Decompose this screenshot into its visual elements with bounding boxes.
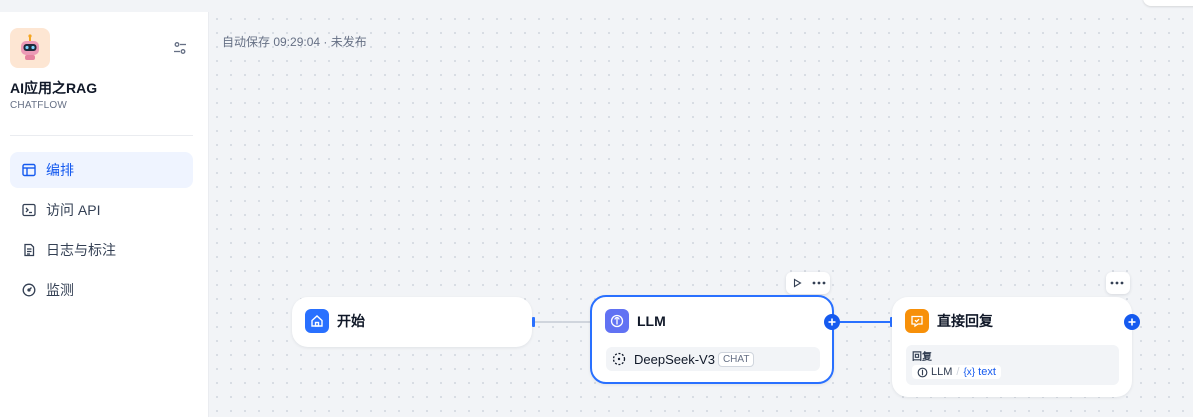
variable-icon: {x} [963, 366, 976, 378]
reply-content[interactable]: 回复 LLM / {x} text [906, 345, 1119, 385]
start-output-handle[interactable] [532, 317, 535, 327]
llm-icon [605, 309, 629, 333]
app-name: AI应用之RAG [10, 80, 98, 96]
llm-icon [917, 367, 928, 377]
start-node[interactable]: 开始 [292, 297, 532, 347]
app-robot-icon [10, 28, 50, 68]
divider [10, 135, 193, 136]
edge-llm-answer [840, 321, 892, 323]
variable-source: LLM [931, 366, 953, 378]
top-bar [0, 0, 1193, 12]
llm-add-next-button[interactable] [824, 314, 840, 330]
node-title: LLM [637, 313, 666, 329]
answer-icon [905, 309, 929, 333]
sliders-icon[interactable] [172, 40, 188, 56]
variable-separator: / [956, 366, 960, 378]
sidebar-item-label: 编排 [46, 162, 74, 178]
file-list-icon [24, 243, 35, 257]
layout-icon [22, 163, 36, 177]
top-right-button[interactable] [1143, 0, 1193, 6]
llm-node-toolbar [786, 272, 830, 294]
gauge-icon [22, 283, 36, 297]
node-title: 开始 [337, 313, 365, 329]
more-icon[interactable] [808, 272, 830, 294]
deepseek-icon [612, 352, 626, 366]
node-title: 直接回复 [937, 313, 993, 329]
terminal-icon [22, 203, 36, 217]
more-icon[interactable] [1106, 272, 1128, 294]
autosave-status: 自动保存 09:29:04 · 未发布 [222, 35, 367, 49]
home-icon [305, 309, 329, 333]
sidebar-item-label: 日志与标注 [46, 242, 116, 258]
variable-chip[interactable]: LLM / {x} text [912, 365, 1001, 379]
answer-add-next-button[interactable] [1124, 314, 1140, 330]
edge-start-llm [535, 321, 592, 323]
llm-node[interactable]: LLM DeepSeek-V3 CHAT [590, 295, 834, 384]
reply-label: 回复 [912, 352, 932, 363]
sidebar-item-monitor[interactable]: 监测 [10, 272, 193, 308]
answer-node-toolbar [1106, 272, 1130, 294]
variable-name: text [978, 366, 996, 378]
model-name: DeepSeek-V3 [634, 351, 715, 367]
model-selector[interactable]: DeepSeek-V3 CHAT [606, 347, 820, 371]
app-type: CHATFLOW [10, 100, 67, 111]
sidebar-item-orchestrate[interactable]: 编排 [10, 152, 193, 188]
sidebar-nav: 编排 访问 API 日志与标注 监测 [10, 152, 193, 312]
sidebar-item-label: 监测 [46, 282, 74, 298]
model-mode-badge: CHAT [717, 351, 755, 367]
answer-node[interactable]: 直接回复 回复 LLM / {x} text [892, 297, 1132, 397]
sidebar-item-logs[interactable]: 日志与标注 [10, 232, 193, 268]
sidebar: AI应用之RAG CHATFLOW 编排 访问 API 日志与标注 监测 [0, 12, 209, 417]
sidebar-item-api[interactable]: 访问 API [10, 192, 193, 228]
sidebar-item-label: 访问 API [46, 202, 101, 218]
play-icon[interactable] [786, 272, 808, 294]
